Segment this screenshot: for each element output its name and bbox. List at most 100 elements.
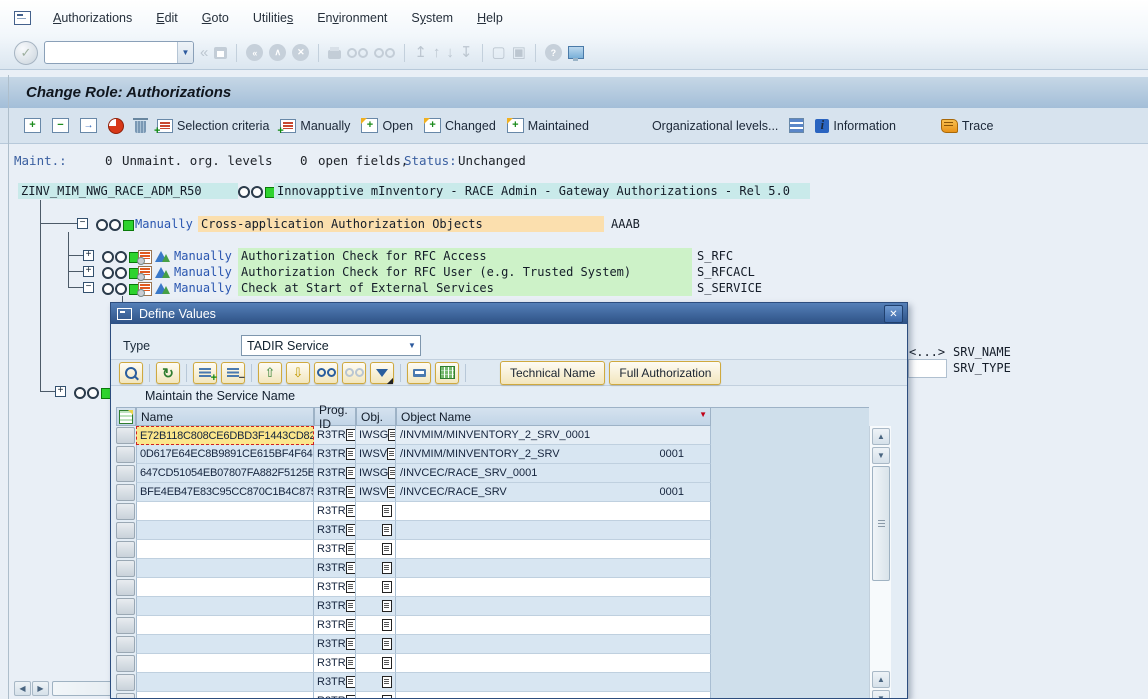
class-status-lights[interactable] [96,219,134,231]
row-selector[interactable] [116,503,135,520]
sort-descending-button[interactable]: ⇩ [286,362,310,384]
cell-obj[interactable]: IWSG [356,464,396,483]
cell-prog-id[interactable]: R3TR [314,521,356,540]
cell-prog-id[interactable]: R3TR [314,464,356,483]
full-authorization-button[interactable]: Full Authorization [609,361,721,385]
cell-object-name[interactable] [396,578,711,597]
cell-name[interactable]: 0D617E64EC8B9891CE615BF4F640E5 [136,445,314,464]
delete-row-button[interactable] [221,362,245,384]
cell-prog-id[interactable]: R3TR [314,426,356,445]
row-selector[interactable] [116,465,135,482]
column-header-name[interactable]: Name [136,407,314,426]
cell-object-name[interactable] [396,559,711,578]
cell-obj[interactable] [356,521,396,540]
row-selector[interactable] [116,693,135,699]
menu-item-environment[interactable]: Environment [317,11,387,25]
cell-object-name[interactable]: /INVMIM/MINVENTORY_2_SRV0001 [396,445,711,464]
class-mode-label[interactable]: Manually [132,216,196,232]
manually-button[interactable]: Manually [278,114,352,138]
object-description[interactable]: Authorization Check for RFC Access [238,248,692,264]
cell-name[interactable] [136,559,314,578]
menu-item-help[interactable]: Help [477,11,503,25]
information-button[interactable]: i Information [813,114,898,138]
change-auth-icon[interactable] [138,250,152,264]
org-levels-list-button[interactable] [787,114,806,138]
cell-obj[interactable] [356,616,396,635]
object-status-lights[interactable] [102,283,140,295]
cell-name[interactable] [136,654,314,673]
insert-row-button[interactable] [193,362,217,384]
cell-object-name[interactable] [396,635,711,654]
cell-name[interactable]: BFE4EB47E83C95CC870C1B4C8756FF [136,483,314,502]
menu-item-utilities[interactable]: Utilities [253,11,293,25]
scroll-right-icon[interactable]: ▶ [32,681,49,696]
cell-name[interactable] [136,578,314,597]
sort-ascending-button[interactable]: ⇧ [258,362,282,384]
cell-prog-id[interactable]: R3TR [314,578,356,597]
cell-obj[interactable] [356,635,396,654]
cell-prog-id[interactable]: R3TR [314,540,356,559]
column-header-prog-id[interactable]: Prog. ID [314,407,356,426]
row-selector[interactable] [116,579,135,596]
class-description[interactable]: Cross-application Authorization Objects [198,216,604,232]
object-status-lights[interactable] [102,267,140,279]
row-selector[interactable] [116,598,135,615]
scroll-left-icon[interactable]: ◀ [14,681,31,696]
cell-name[interactable] [136,540,314,559]
maintained-button[interactable]: + Maintained [505,114,591,138]
cell-obj[interactable] [356,540,396,559]
cell-obj[interactable] [356,673,396,692]
cell-obj[interactable] [356,654,396,673]
scroll-up-icon[interactable]: ▲ [872,428,890,445]
cell-obj[interactable] [356,597,396,616]
cell-object-name[interactable] [396,673,711,692]
column-header-obj[interactable]: Obj. [356,407,396,426]
close-icon[interactable]: ✕ [884,305,903,323]
scroll-down-icon[interactable]: ▼ [872,447,890,464]
cell-name[interactable]: 647CD51054EB07807FA882F5125B6F [136,464,314,483]
cell-obj[interactable]: IWSV [356,445,396,464]
print-button[interactable] [407,362,431,384]
cell-prog-id[interactable]: R3TR [314,635,356,654]
row-selector[interactable] [116,446,135,463]
column-header-object-name[interactable]: Object Name▼ [396,407,711,426]
row-selector[interactable] [116,522,135,539]
enter-icon[interactable]: ✓ [14,41,38,65]
row-selector[interactable] [116,484,135,501]
open-button[interactable]: + Open [359,114,415,138]
collapse-button[interactable]: − [50,114,71,138]
cell-prog-id[interactable]: R3TR [314,502,356,521]
technical-name-button[interactable]: Technical Name [500,361,605,385]
cell-object-name[interactable] [396,521,711,540]
cell-prog-id[interactable]: R3TR [314,483,356,502]
row-selector[interactable] [116,674,135,691]
delete-button[interactable] [133,114,148,138]
type-select[interactable]: TADIR Service ▼ [241,335,421,356]
organizational-levels-button[interactable]: Organizational levels... [650,114,780,138]
row-selector[interactable] [116,541,135,558]
row-selector[interactable] [116,560,135,577]
role-status-lights[interactable] [238,186,276,198]
vscroll-thumb[interactable] [872,466,890,581]
row-selector[interactable] [116,427,135,444]
cell-prog-id[interactable]: R3TR [314,673,356,692]
cell-name[interactable] [136,673,314,692]
cell-name[interactable] [136,597,314,616]
find-button[interactable] [314,362,338,384]
row-selector[interactable] [116,636,135,653]
menu-item-edit[interactable]: Edit [156,11,178,25]
role-description[interactable]: Innovapptive mInventory - RACE Admin - G… [274,183,810,199]
cell-name[interactable] [136,616,314,635]
menu-item-system[interactable]: System [411,11,453,25]
cell-prog-id[interactable]: R3TR [314,597,356,616]
cell-object-name[interactable]: /INVCEC/RACE_SRV_0001 [396,464,711,483]
field-input[interactable] [908,359,947,378]
expand-node-icon[interactable] [55,386,66,397]
cell-object-name[interactable] [396,692,711,699]
cell-name[interactable] [136,502,314,521]
cell-obj[interactable] [356,578,396,597]
cell-prog-id[interactable]: R3TR [314,559,356,578]
node-status-lights[interactable] [74,387,112,399]
object-description[interactable]: Authorization Check for RFC User (e.g. T… [238,264,692,280]
cell-prog-id[interactable]: R3TR [314,692,356,699]
